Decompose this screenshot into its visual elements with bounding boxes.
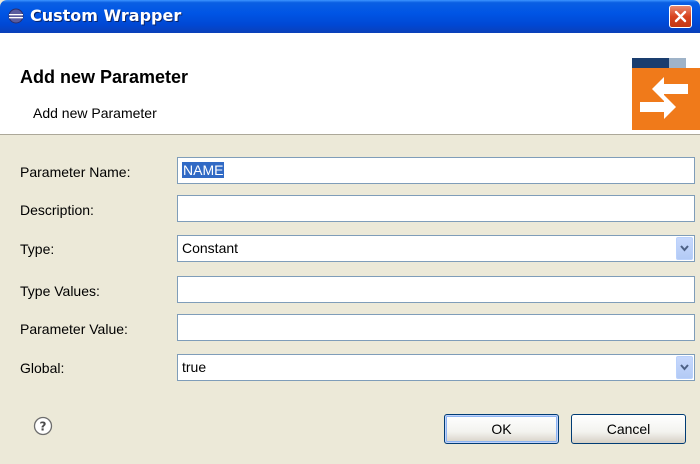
svg-text:?: ? [40,420,47,434]
global-select[interactable]: true [177,354,695,381]
type-values-label: Type Values: [20,283,100,299]
cancel-button[interactable]: Cancel [571,414,686,444]
wizard-arrows-icon [632,58,700,130]
help-icon[interactable]: ? [33,416,53,436]
parameter-value-field[interactable] [177,314,695,341]
parameter-value-label: Parameter Value: [20,321,128,337]
global-value: true [182,359,207,375]
title-bar[interactable]: Custom Wrapper [0,0,700,33]
chevron-down-icon [680,245,689,252]
eclipse-icon [8,8,24,24]
close-icon [674,10,687,23]
close-button[interactable] [669,5,692,28]
type-values-field[interactable] [177,276,695,303]
window-title: Custom Wrapper [30,6,182,25]
description-field[interactable] [177,195,695,222]
banner-title: Add new Parameter [20,67,189,87]
description-label: Description: [20,202,94,218]
global-label: Global: [20,360,65,376]
global-dropdown-button[interactable] [676,356,693,379]
parameter-name-field[interactable]: NAME [177,157,695,184]
parameter-name-value: NAME [182,162,225,178]
parameter-name-label: Parameter Name: [20,164,131,180]
banner-description: Add new Parameter [33,105,157,121]
wizard-banner: Add new Parameter Add new Parameter [0,33,700,135]
type-value: Constant [182,240,239,256]
ok-button[interactable]: OK [444,414,559,444]
type-label: Type: [20,241,55,257]
chevron-down-icon [680,364,689,371]
type-dropdown-button[interactable] [676,237,693,260]
type-select[interactable]: Constant [177,235,695,262]
